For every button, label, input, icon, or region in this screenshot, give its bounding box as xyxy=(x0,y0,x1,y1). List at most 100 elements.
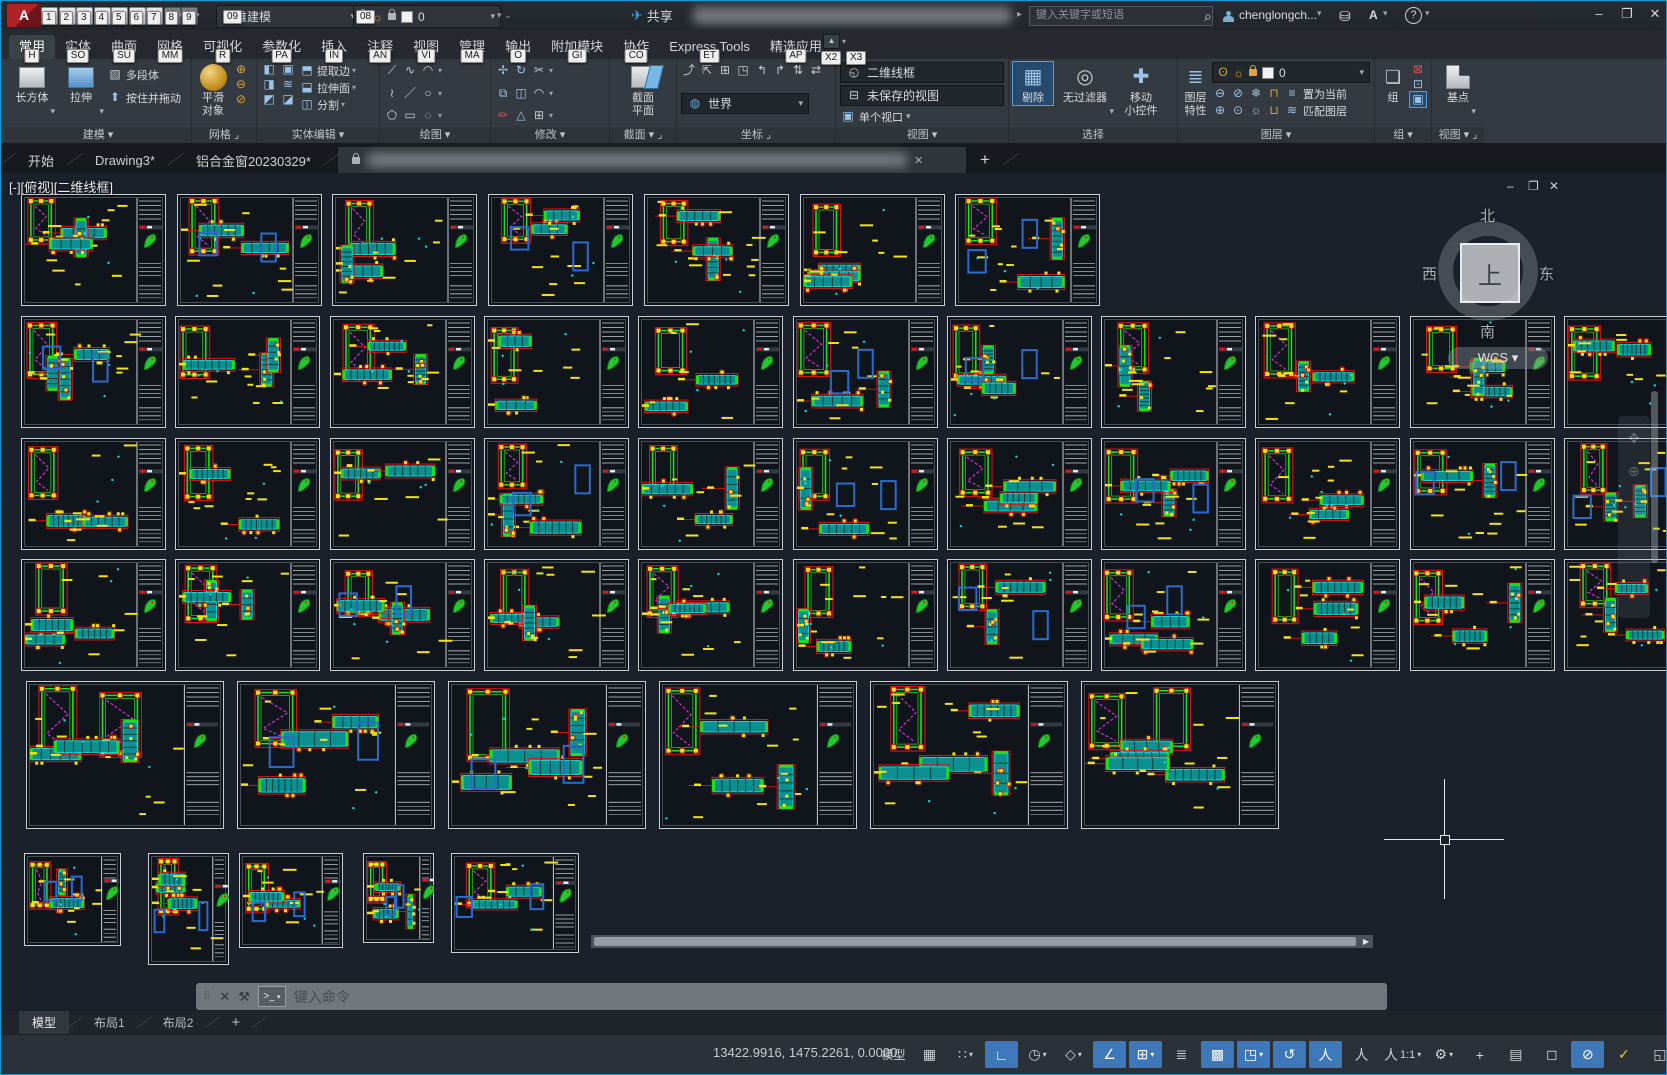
spline-icon[interactable]: ≀ xyxy=(384,86,400,101)
orbit-icon[interactable]: ◔ xyxy=(1630,496,1638,512)
layer-thaw-icon[interactable]: ☼ xyxy=(1248,103,1264,118)
panel-label-mesh[interactable]: 网格 ⌟ xyxy=(192,127,256,143)
drawing-sheet-thumbnail[interactable] xyxy=(793,316,938,433)
file-tab-0[interactable]: Drawing3* xyxy=(81,147,169,173)
drawing-sheet-thumbnail[interactable] xyxy=(947,559,1092,676)
array-icon[interactable]: ⊞ xyxy=(531,108,547,123)
drawing-sheet-thumbnail[interactable] xyxy=(947,438,1092,555)
drawing-sheet-thumbnail[interactable] xyxy=(26,681,224,834)
dynamic-ucs-toggle[interactable]: ↺ xyxy=(1273,1041,1306,1068)
doc-close-button[interactable]: ✕ xyxy=(1549,179,1559,193)
isodraft-toggle[interactable]: ◇▾ xyxy=(1057,1041,1090,1068)
ribbon-tab-5[interactable]: 参数化PA xyxy=(252,35,311,59)
ribbon-collapse-button[interactable]: ▲ xyxy=(823,34,840,49)
viewcube-wcs-menu[interactable]: WCS ▾ xyxy=(1448,347,1548,369)
trim-icon[interactable]: ✂ xyxy=(531,63,547,78)
drawing-sheet-thumbnail[interactable] xyxy=(1255,438,1400,555)
doc-restore-button[interactable]: ❐ xyxy=(1528,179,1539,193)
drawing-sheet-thumbnail[interactable] xyxy=(484,316,629,433)
drawing-sheet-thumbnail[interactable] xyxy=(1564,559,1666,676)
scroll-right-arrow-icon[interactable]: ▶ xyxy=(1359,936,1373,947)
drawing-sheet-thumbnail[interactable] xyxy=(1101,559,1246,676)
drawing-sheet-thumbnail[interactable] xyxy=(1410,438,1555,555)
separate-button[interactable]: 分割 xyxy=(317,96,339,113)
intersect-icon[interactable]: ◩ xyxy=(261,92,277,107)
extract-edges-button[interactable]: 提取边 xyxy=(317,62,350,79)
ucs-z-icon[interactable]: ⇅ xyxy=(790,63,806,78)
chevron-down-icon[interactable]: ▾ xyxy=(196,11,200,19)
viewcube-south-label[interactable]: 南 xyxy=(1480,321,1495,342)
match-layer-button[interactable]: ≋匹配图层 xyxy=(1284,102,1347,119)
drawing-sheet-thumbnail[interactable] xyxy=(1101,316,1246,433)
ribbon-tab-6[interactable]: 插入IN xyxy=(311,35,357,59)
drawing-area[interactable]: [-][俯视][二维线框] – ❐ ✕ 上 北 西 东 南 WCS ▾ ✥⊕◔ … xyxy=(1,173,1666,1011)
drawing-sheet-thumbnail[interactable] xyxy=(638,438,783,555)
grid-toggle[interactable]: ▦ xyxy=(913,1041,946,1068)
visual-style-dropdown[interactable]: ◵ 二维线框 xyxy=(840,62,1004,83)
ucs-named-dropdown[interactable]: ◍ 世界▾ xyxy=(681,93,809,114)
panel-label-view-base[interactable]: 视图 ▾ ⌟ xyxy=(1432,127,1484,143)
user-account-button[interactable]: chenglongch... xyxy=(1239,8,1317,22)
panel-label-modify[interactable]: 修改 ▾ xyxy=(491,127,609,143)
drawing-sheet-thumbnail[interactable] xyxy=(793,438,938,555)
chevron-down-icon[interactable]: ▾ xyxy=(1317,8,1322,19)
close-icon[interactable]: ✕ xyxy=(219,989,230,1005)
drawing-sheet-thumbnail[interactable] xyxy=(1410,559,1555,676)
navigation-bar[interactable]: ✥⊕◔ xyxy=(1618,416,1650,618)
drawing-sheet-thumbnail[interactable] xyxy=(793,559,938,676)
recent-commands-button[interactable]: >_▾ xyxy=(258,986,286,1007)
panel-label-view[interactable]: 视图 ▾ xyxy=(836,127,1008,143)
minimize-button[interactable]: – xyxy=(1586,1,1612,27)
drawing-sheet-thumbnail[interactable] xyxy=(332,194,477,311)
app-logo-icon[interactable]: A xyxy=(7,4,41,27)
move-icon[interactable]: ✢ xyxy=(495,63,511,78)
ribbon-tab-4[interactable]: 可视化R xyxy=(193,35,252,59)
annotation-visibility-toggle[interactable]: 人 xyxy=(1309,1041,1342,1068)
box-button[interactable]: 长方体▾ xyxy=(9,62,55,118)
ucs-previous-icon[interactable]: ↰ xyxy=(754,63,770,78)
layer-off-icon[interactable]: ⊖ xyxy=(1212,86,1228,101)
annotation-scale[interactable]: 人1:1▾ xyxy=(1381,1041,1424,1068)
drawing-sheet-thumbnail[interactable] xyxy=(488,194,633,311)
layer-isolate-icon[interactable]: ⊘ xyxy=(1230,86,1246,101)
close-icon[interactable]: ✕ xyxy=(914,154,923,167)
vertical-scrollbar-thumb[interactable] xyxy=(1651,391,1658,563)
chevron-right-icon[interactable]: ▸ xyxy=(1017,9,1022,20)
layer-unlock-icon[interactable]: ⊔ xyxy=(1266,103,1282,118)
horizontal-scrollbar[interactable]: ▶ xyxy=(591,935,1373,948)
drawing-sheet-thumbnail[interactable] xyxy=(175,438,320,555)
layer-properties-button[interactable]: ≣ 图层特性 xyxy=(1182,62,1209,118)
ribbon-tab-7[interactable]: 注释AN xyxy=(357,35,403,59)
drawing-sheet-thumbnail[interactable] xyxy=(659,681,857,834)
isolate-tool[interactable]: ◻ xyxy=(1535,1041,1568,1068)
extrude-button[interactable]: 拉伸▾ xyxy=(58,62,104,118)
subtract-icon[interactable]: ◨ xyxy=(261,77,277,92)
ribbon-tab-10[interactable]: 输出O xyxy=(495,35,541,59)
layer-lock-icon[interactable]: ⊓ xyxy=(1266,86,1282,101)
drawing-sheet-thumbnail[interactable] xyxy=(955,194,1100,311)
ungroup-icon[interactable]: ⊠ xyxy=(1410,62,1426,77)
drawing-sheet-thumbnail[interactable] xyxy=(451,853,579,958)
polygon-icon[interactable]: ⬠ xyxy=(384,108,400,123)
base-point-button[interactable]: 基点▾ xyxy=(1440,62,1476,118)
rectangle-icon[interactable]: ▭ xyxy=(402,108,418,123)
annotation-monitor[interactable]: ✓ xyxy=(1607,1041,1640,1068)
panel-label-selection[interactable]: 选择 xyxy=(1009,127,1177,143)
drawing-sheet-thumbnail[interactable] xyxy=(638,559,783,676)
thicken-icon[interactable]: ≋ xyxy=(280,77,296,92)
ribbon-tab-1[interactable]: 实体SO xyxy=(55,35,101,59)
viewport-config-button[interactable]: ▣ 单个视口▾ xyxy=(840,108,911,125)
drawing-sheet-thumbnail[interactable] xyxy=(239,853,343,953)
share-button[interactable]: ✈ 共享 xyxy=(631,6,673,25)
chevron-down-icon[interactable]: ▾ xyxy=(842,37,846,46)
ucs-object-icon[interactable]: ⊞ xyxy=(717,63,733,78)
drawing-sheet-thumbnail[interactable] xyxy=(330,316,475,433)
section-plane-button[interactable]: 截面平面 xyxy=(620,62,666,118)
drawing-sheet-thumbnail[interactable] xyxy=(638,316,783,433)
drawing-sheet-thumbnail[interactable] xyxy=(148,853,229,970)
line2-icon[interactable]: ／ xyxy=(402,86,418,101)
autodesk-app-icon[interactable]: A xyxy=(1369,8,1378,22)
panel-label-coordinates[interactable]: 坐标 ⌟ xyxy=(677,127,835,143)
ribbon-tab-8[interactable]: 视图VI xyxy=(403,35,449,59)
autoscale-toggle[interactable]: 人 xyxy=(1345,1041,1378,1068)
